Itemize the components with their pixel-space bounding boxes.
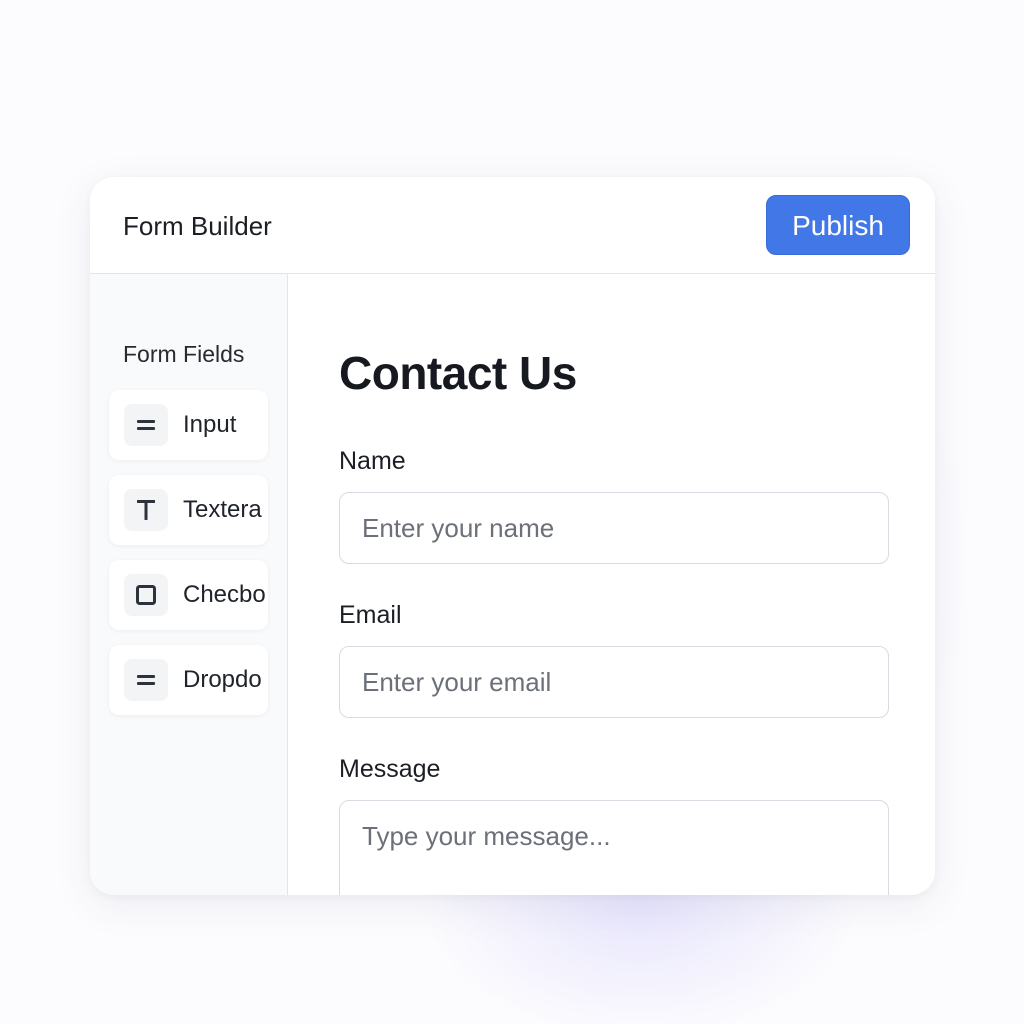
sidebar-item-checkbox[interactable]: Checbo <box>109 560 268 630</box>
sidebar-item-label: Checbo <box>183 581 266 608</box>
form-title: Contact Us <box>339 347 577 399</box>
name-label: Name <box>339 447 406 475</box>
publish-button[interactable]: Publish <box>766 195 910 255</box>
sidebar-item-label: Dropdo <box>183 666 262 693</box>
text-t-icon <box>124 489 168 531</box>
app-title: Form Builder <box>123 211 272 241</box>
message-field[interactable] <box>339 800 889 895</box>
form-canvas: Contact Us Name Email Message <box>288 274 935 895</box>
app-header: Form Builder Publish <box>90 177 935 274</box>
email-field[interactable] <box>339 646 889 718</box>
form-fields-sidebar: Form Fields Input Textera Checbo Dropdo <box>90 274 288 895</box>
checkbox-icon <box>124 574 168 616</box>
sidebar-item-label: Input <box>183 411 237 438</box>
name-field[interactable] <box>339 492 889 564</box>
message-label: Message <box>339 755 441 783</box>
sidebar-item-textarea[interactable]: Textera <box>109 475 268 545</box>
email-label: Email <box>339 601 402 629</box>
equals-icon <box>124 659 168 701</box>
sidebar-item-dropdown[interactable]: Dropdo <box>109 645 268 715</box>
equals-icon <box>124 404 168 446</box>
sidebar-item-input[interactable]: Input <box>109 390 268 460</box>
sidebar-title: Form Fields <box>123 341 245 367</box>
sidebar-item-label: Textera <box>183 496 262 523</box>
form-builder-window: Form Builder Publish Form Fields Input T… <box>90 177 935 895</box>
